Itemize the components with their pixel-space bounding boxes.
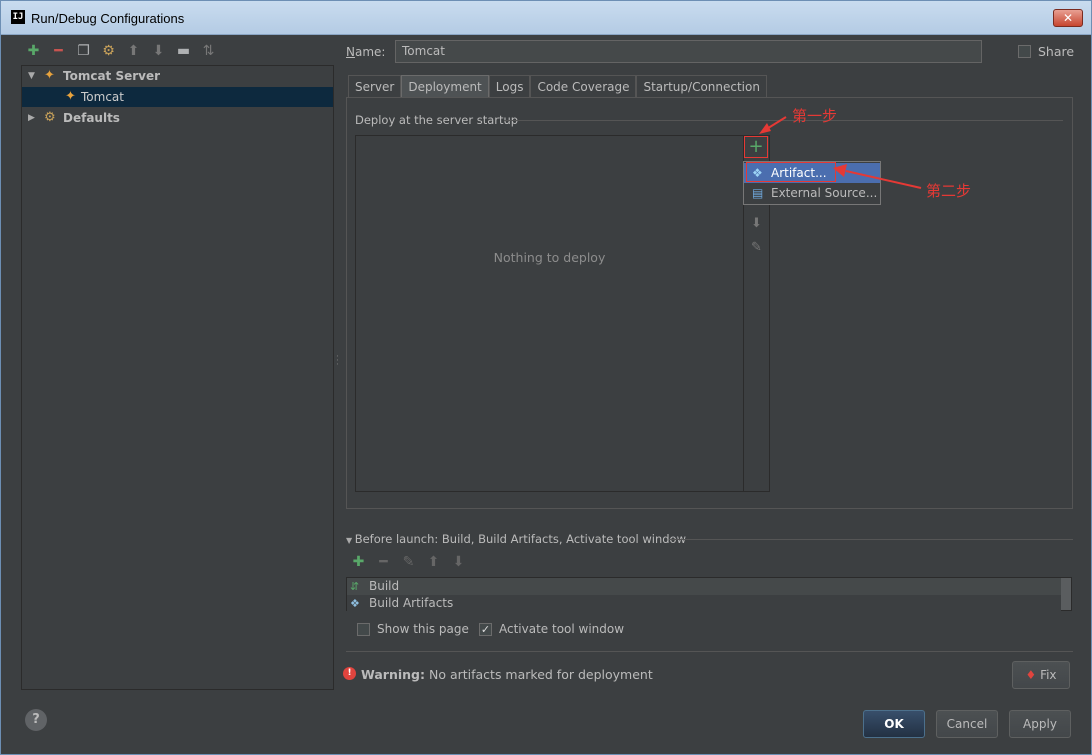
arrow-step2 — [845, 170, 922, 189]
close-button[interactable]: ✕ — [1053, 9, 1083, 27]
before-launch-toolbar: ✚ ━ ✎ ⬆ ⬇ — [346, 552, 471, 572]
window-title: Run/Debug Configurations — [31, 11, 185, 26]
cancel-button[interactable]: Cancel — [936, 710, 998, 738]
add-icon[interactable]: ✚ — [346, 552, 371, 572]
warning-icon: ! — [343, 667, 356, 680]
annotation-arrows — [759, 116, 922, 189]
show-page-label: Show this page — [377, 622, 469, 636]
warning-message: Warning: No artifacts marked for deploym… — [361, 667, 653, 682]
activate-window-label: Activate tool window — [499, 622, 625, 636]
section-divider — [669, 539, 1073, 540]
before-launch-title: Before launch: Build, Build Artifacts, A… — [354, 532, 686, 546]
warning-prefix: Warning: — [361, 667, 425, 682]
activate-window-checkbox[interactable]: ✓ — [479, 623, 492, 636]
before-launch-list: ⇵ Build ❖ Build Artifacts — [346, 577, 1072, 612]
collapse-arrow-icon: ▼ — [346, 536, 355, 545]
edit-icon[interactable]: ✎ — [396, 552, 421, 572]
list-item-label: Build Artifacts — [369, 596, 454, 610]
run-debug-dialog: IJ Run/Debug Configurations ✕ ✚ ━ ❐ ⚙ ⬆ … — [0, 0, 1092, 755]
arrowhead-step2 — [833, 164, 847, 177]
artifact-icon: ❖ — [350, 597, 360, 610]
list-item-label: Build — [369, 579, 400, 593]
fix-label: Fix — [1040, 668, 1057, 682]
divider — [346, 651, 1073, 652]
build-icon: ⇵ — [350, 580, 360, 593]
fix-button[interactable]: ♦ Fix — [1012, 661, 1070, 689]
ok-button[interactable]: OK — [863, 710, 925, 738]
list-item-build-artifacts[interactable]: ❖ Build Artifacts — [347, 595, 1061, 612]
list-item-build[interactable]: ⇵ Build — [347, 578, 1061, 595]
warning-text: No artifacts marked for deployment — [428, 667, 653, 682]
intellij-icon: IJ — [11, 10, 25, 24]
down-icon[interactable]: ⬇ — [446, 552, 471, 572]
bulb-icon: ♦ — [1025, 668, 1037, 682]
remove-icon[interactable]: ━ — [371, 552, 396, 572]
scrollbar[interactable] — [1061, 578, 1071, 610]
dialog-content: ✚ ━ ❐ ⚙ ⬆ ⬇ ▬ ⇅ ▼ ✦ Tomcat Server ✦ Tomc… — [1, 35, 1091, 754]
help-button[interactable]: ? — [25, 709, 47, 731]
before-launch-header[interactable]: ▼ Before launch: Build, Build Artifacts,… — [346, 532, 686, 546]
title-bar: IJ Run/Debug Configurations ✕ — [1, 1, 1091, 35]
up-icon[interactable]: ⬆ — [421, 552, 446, 572]
apply-button[interactable]: Apply — [1009, 710, 1071, 738]
arrowhead-step1 — [759, 123, 771, 134]
show-page-checkbox[interactable] — [357, 623, 370, 636]
